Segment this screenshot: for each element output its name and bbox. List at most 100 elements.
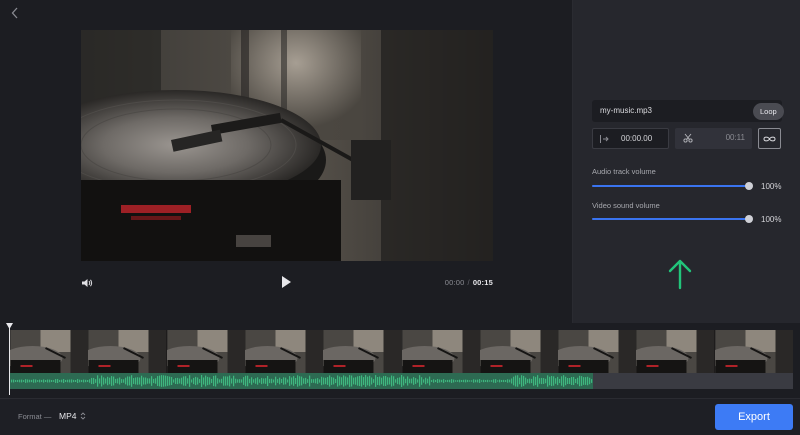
waveform-bar	[339, 376, 341, 386]
waveform-bar	[83, 379, 85, 383]
waveform-bar	[311, 379, 313, 383]
waveform-bar	[513, 376, 515, 386]
waveform-bar	[127, 376, 129, 386]
back-button[interactable]	[8, 6, 22, 20]
waveform-bar	[25, 379, 27, 383]
waveform-bar	[155, 378, 157, 384]
waveform-bar	[231, 378, 233, 384]
waveform-bar	[451, 379, 453, 383]
waveform-bar	[73, 379, 75, 383]
turntable-image	[81, 30, 493, 261]
scissors-icon	[683, 133, 693, 143]
waveform-bar	[239, 379, 241, 383]
waveform-bar	[47, 379, 49, 383]
filmstrip-frame	[628, 330, 715, 373]
format-select[interactable]: MP4	[59, 411, 76, 421]
waveform-bar	[269, 378, 271, 384]
waveform-bar	[27, 379, 29, 383]
loop-button[interactable]	[758, 128, 781, 149]
waveform-bar	[539, 378, 541, 384]
filmstrip-frame-thumbnail	[237, 330, 324, 373]
start-time-input[interactable]: 00:00.00	[592, 128, 669, 149]
filmstrip-frame-thumbnail	[394, 330, 480, 373]
waveform-bar	[221, 378, 223, 384]
waveform-bar	[37, 380, 39, 382]
waveform-bar	[413, 377, 415, 385]
waveform-bar	[567, 377, 569, 385]
waveform-bar	[259, 379, 261, 383]
audio-track-volume-slider[interactable]	[592, 182, 753, 190]
audio-clip[interactable]	[10, 373, 593, 389]
timeline[interactable]	[0, 323, 800, 398]
waveform-bar	[97, 375, 99, 387]
audio-track[interactable]	[10, 373, 793, 389]
waveform-bar	[409, 378, 411, 384]
waveform-bar	[423, 379, 425, 383]
waveform-bar	[245, 375, 247, 387]
waveform-bar	[205, 375, 207, 387]
waveform-bar	[517, 375, 519, 387]
filmstrip-frame-thumbnail	[315, 330, 402, 373]
waveform-bar	[41, 379, 43, 383]
waveform-bar	[433, 379, 435, 383]
slider-knob[interactable]	[745, 215, 753, 223]
arrow-up-icon	[668, 259, 692, 290]
waveform-bar	[389, 377, 391, 385]
mute-button[interactable]	[81, 276, 95, 290]
play-button[interactable]	[280, 275, 294, 291]
waveform-bar	[319, 379, 321, 383]
bottom-bar: Format — MP4 Export	[0, 398, 800, 435]
waveform-bar	[329, 375, 331, 387]
end-time-input[interactable]: 00:11	[675, 128, 752, 149]
waveform-bar	[237, 379, 239, 383]
waveform-bar	[141, 375, 143, 387]
video-sound-volume-slider[interactable]	[592, 215, 753, 223]
filmstrip-frame	[10, 330, 89, 373]
waveform-bar	[487, 379, 489, 383]
slider-fill	[592, 185, 749, 187]
waveform-bar	[93, 377, 95, 385]
waveform-bar	[549, 376, 551, 386]
video-filmstrip[interactable]	[10, 330, 793, 373]
waveform-bar	[579, 375, 581, 387]
waveform-bar	[381, 377, 383, 385]
waveform-bar	[249, 378, 251, 384]
up-down-chevron-icon[interactable]	[80, 411, 86, 421]
waveform-bar	[151, 376, 153, 386]
waveform-bar	[575, 378, 577, 384]
waveform-bar	[447, 379, 449, 383]
playhead[interactable]	[9, 327, 10, 395]
format-label: Format —	[18, 412, 52, 421]
waveform-bar	[559, 378, 561, 384]
waveform-bar	[563, 375, 565, 387]
waveform-bar	[477, 379, 479, 383]
waveform-bar	[491, 380, 493, 382]
waveform-bar	[533, 376, 535, 386]
waveform-bar	[557, 376, 559, 386]
waveform-bar	[135, 377, 137, 385]
video-preview[interactable]	[81, 30, 493, 261]
waveform-bar	[471, 380, 473, 382]
waveform-bar	[261, 377, 263, 385]
waveform-bar	[195, 376, 197, 386]
video-sound-volume-value: 100%	[761, 215, 782, 224]
waveform-bar	[571, 376, 573, 386]
filmstrip-frame	[315, 330, 402, 373]
waveform-bar	[553, 376, 555, 386]
waveform-bar	[119, 377, 121, 385]
waveform-bar	[75, 379, 77, 383]
waveform-bar	[457, 380, 459, 382]
slider-knob[interactable]	[745, 182, 753, 190]
speaker-icon	[82, 279, 93, 287]
waveform-bar	[57, 379, 59, 383]
export-button[interactable]: Export	[715, 404, 793, 430]
waveform-bar	[429, 376, 431, 386]
waveform-bar	[547, 375, 549, 387]
waveform-bar	[213, 375, 215, 387]
waveform-bar	[335, 378, 337, 384]
waveform-bar	[565, 376, 567, 386]
filmstrip-frame-thumbnail	[159, 330, 246, 373]
loop-tooltip: Loop	[753, 103, 784, 120]
waveform-bar	[107, 376, 109, 386]
waveform-bar	[133, 378, 135, 384]
